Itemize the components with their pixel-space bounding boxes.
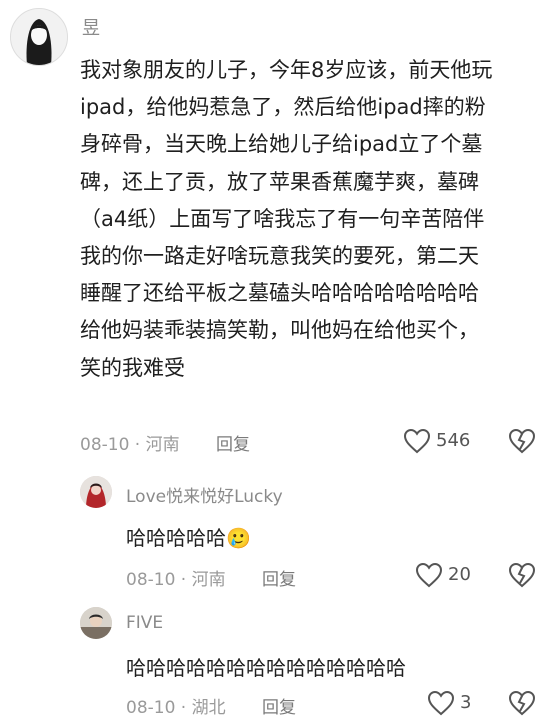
comment-line: 身碎骨，当天晚上给她儿子给ipad立了个墓 — [80, 132, 483, 157]
avatar-image — [80, 607, 112, 639]
reply-button[interactable]: 回复 — [262, 565, 296, 590]
reply-like-count: 3 — [460, 692, 472, 713]
reply-like-count: 20 — [448, 564, 471, 585]
reply-button[interactable]: 回复 — [262, 693, 296, 718]
heart-outline-icon[interactable] — [403, 428, 431, 454]
main-comment-meta: 08-10 · 河南 — [80, 435, 180, 455]
main-like-count: 546 — [436, 430, 471, 451]
comment-line: （a4纸）上面写了啥我忘了有一句辛苦陪伴 — [80, 206, 485, 231]
broken-heart-icon[interactable] — [508, 562, 536, 588]
reply-text: 哈哈哈哈哈哈哈哈哈哈哈哈哈哈 — [126, 656, 406, 680]
reply-meta: 08-10 · 河南 — [126, 570, 226, 590]
reply-text: 哈哈哈哈哈🥲 — [126, 522, 251, 551]
reply-username[interactable]: FIVE — [126, 613, 163, 633]
comment-line: 睡醒了还给平板之墓磕头哈哈哈哈哈哈哈哈 — [80, 281, 479, 306]
reply-text-content: 哈哈哈哈哈 — [126, 526, 226, 550]
broken-heart-icon[interactable] — [508, 428, 536, 454]
avatar-image — [11, 9, 67, 65]
comment-line: 我的你一路走好啥玩意我笑的要死，第二天 — [80, 244, 479, 269]
avatar-reply-user[interactable] — [80, 476, 112, 508]
main-reply-button[interactable]: 回复 — [216, 430, 250, 455]
comment-line: 我对象朋友的儿子，今年8岁应该，前天他玩 — [80, 58, 493, 82]
broken-heart-icon[interactable] — [508, 690, 536, 716]
reply-meta: 08-10 · 湖北 — [126, 698, 226, 718]
main-comment-text: 我对象朋友的儿子，今年8岁应该，前天他玩 ipad，给他妈惹急了，然后给他ipa… — [80, 52, 530, 387]
comment-line: ipad，给他妈惹急了，然后给他ipad摔的粉 — [80, 95, 486, 120]
avatar-reply-user[interactable] — [80, 607, 112, 639]
heart-outline-icon[interactable] — [415, 562, 443, 588]
avatar-image — [80, 476, 112, 508]
comment-line: 给他妈装乖装搞笑勒，叫他妈在给他买个， — [80, 318, 479, 343]
reply-username[interactable]: Love悦来悦好Lucky — [126, 482, 283, 507]
avatar-main-user[interactable] — [10, 8, 68, 66]
comment-line: 笑的我难受 — [80, 355, 185, 380]
emoji: 🥲 — [226, 526, 251, 550]
comment-line: 碑，还上了贡，放了苹果香蕉魔芋爽，墓碑 — [80, 169, 479, 194]
main-username[interactable]: 昱 — [82, 14, 100, 40]
heart-outline-icon[interactable] — [427, 690, 455, 716]
